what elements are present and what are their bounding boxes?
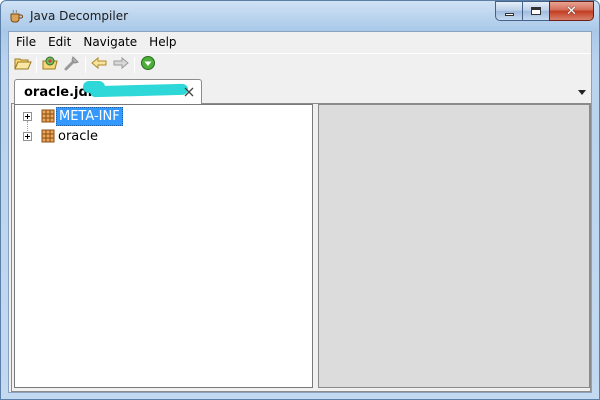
package-icon xyxy=(41,129,55,143)
about-icon xyxy=(139,55,157,74)
tab-content: META-INF oracle xyxy=(11,104,591,392)
tree-item-meta-inf[interactable]: META-INF xyxy=(15,106,312,126)
close-icon: ✕ xyxy=(566,3,577,19)
minimize-icon xyxy=(504,12,514,16)
expand-icon[interactable] xyxy=(23,131,32,141)
forward-icon xyxy=(112,55,130,74)
maximize-icon xyxy=(531,7,541,15)
window-controls: ✕ xyxy=(495,1,594,21)
about-button[interactable] xyxy=(137,55,159,75)
maximize-button[interactable] xyxy=(522,1,549,21)
tree-item-label: META-INF xyxy=(56,106,123,126)
forward-button[interactable] xyxy=(110,55,132,75)
open-icon xyxy=(14,55,32,74)
menu-file[interactable]: File xyxy=(9,32,42,52)
menu-help[interactable]: Help xyxy=(143,32,182,52)
tab-close-icon[interactable] xyxy=(182,85,196,99)
toolbar xyxy=(9,53,591,75)
window-title: Java Decompiler xyxy=(30,9,129,23)
menu-bar: File Edit Navigate Help xyxy=(9,32,591,52)
minimize-button[interactable] xyxy=(495,1,522,21)
close-button[interactable]: ✕ xyxy=(549,1,594,21)
app-window: Java Decompiler ✕ File Edit Navigate Hel… xyxy=(0,0,600,400)
package-icon xyxy=(41,109,55,123)
package-tree[interactable]: META-INF oracle xyxy=(14,104,313,388)
source-view-pane xyxy=(318,104,590,388)
search-button[interactable] xyxy=(61,55,83,75)
toolbar-separator xyxy=(36,56,37,73)
menu-edit[interactable]: Edit xyxy=(42,32,77,52)
menu-navigate[interactable]: Navigate xyxy=(77,32,143,52)
open-file-button[interactable] xyxy=(12,55,34,75)
tab-archive[interactable]: oracle.jdbc.10 xyxy=(14,79,202,104)
back-button[interactable] xyxy=(88,55,110,75)
tab-list-dropdown-icon[interactable] xyxy=(578,86,587,95)
client-area: File Edit Navigate Help oracle.jdbc.10 M… xyxy=(8,31,592,393)
expand-icon[interactable] xyxy=(23,111,32,121)
tab-strip: oracle.jdbc.10 xyxy=(11,76,591,104)
back-icon xyxy=(90,55,108,74)
tree-item-label: oracle xyxy=(58,128,99,144)
search-icon xyxy=(63,55,81,74)
open-type-icon xyxy=(41,55,59,74)
tree-item-oracle[interactable]: oracle xyxy=(15,126,312,146)
coffee-cup-icon xyxy=(8,8,24,24)
toolbar-separator xyxy=(85,56,86,73)
open-type-button[interactable] xyxy=(39,55,61,75)
title-bar[interactable]: Java Decompiler ✕ xyxy=(1,1,599,31)
toolbar-separator xyxy=(134,56,135,73)
